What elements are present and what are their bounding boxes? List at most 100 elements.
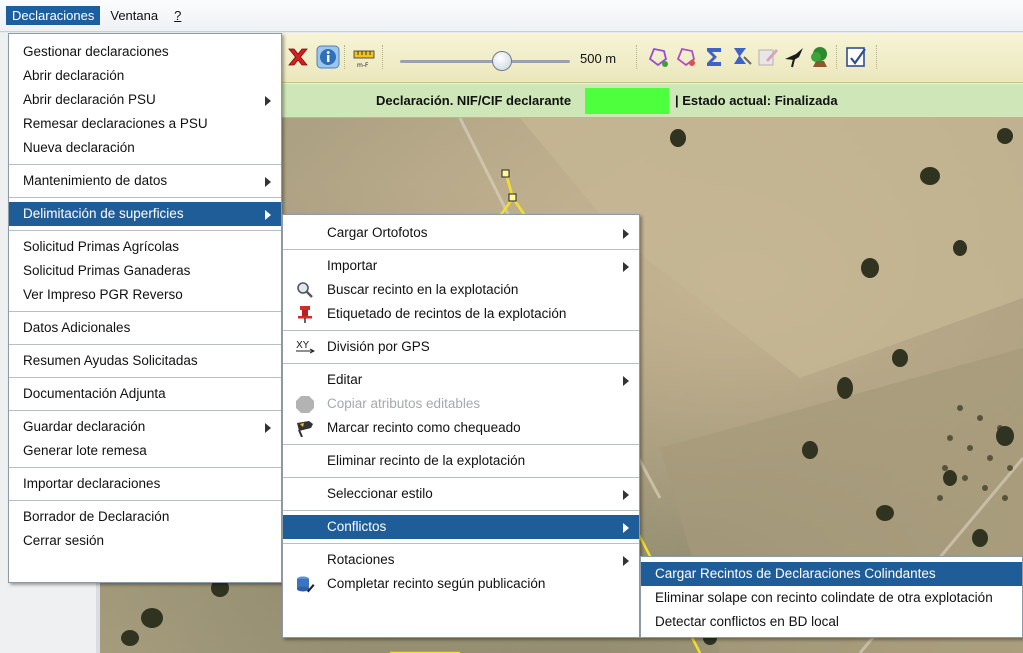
menu-item-label: Importar	[327, 258, 378, 273]
menu-item-importar-declaraciones[interactable]: Importar declaraciones	[9, 472, 281, 496]
copy-attributes-icon	[296, 396, 314, 413]
menu-item-cargar-recintos-colindantes[interactable]: Cargar Recintos de Declaraciones Colinda…	[641, 562, 1022, 586]
menu-item-cerrar-sesion[interactable]: Cerrar sesión	[9, 529, 281, 553]
menu-item-label: Resumen Ayudas Solicitadas	[23, 353, 198, 368]
menu-item-seleccionar-estilo[interactable]: Seleccionar estilo	[283, 482, 639, 506]
menu-item-delimitacion-superficies[interactable]: Delimitación de superficies	[9, 202, 281, 226]
menu-item-marcar-chequeado[interactable]: Marcar recinto como chequeado	[283, 416, 639, 440]
submenu-arrow-icon	[265, 210, 271, 220]
menu-item-importar[interactable]: Importar	[283, 254, 639, 278]
menu-item-eliminar-solape[interactable]: Eliminar solape con recinto colindate de…	[641, 586, 1022, 610]
menu-separator	[283, 543, 639, 544]
menu-separator	[283, 477, 639, 478]
measure-tool-icon[interactable]: m-F	[352, 45, 376, 69]
menu-item-resumen-ayudas[interactable]: Resumen Ayudas Solicitadas	[9, 349, 281, 373]
menu-item-ver-impreso-pgr[interactable]: Ver Impreso PGR Reverso	[9, 283, 281, 307]
menu-item-label: Cargar Recintos de Declaraciones Colinda…	[655, 566, 936, 581]
menu-item-label: Solicitud Primas Agrícolas	[23, 239, 180, 254]
declaraciones-menu: Gestionar declaraciones Abrir declaració…	[8, 33, 282, 583]
menu-separator	[9, 344, 281, 345]
menu-item-cargar-ortofotos[interactable]: Cargar Ortofotos	[283, 221, 639, 245]
menu-item-completar-recinto[interactable]: Completar recinto según publicación	[283, 572, 639, 596]
nif-highlight	[585, 88, 669, 114]
menu-separator	[283, 444, 639, 445]
sum-icon[interactable]	[702, 45, 726, 69]
menu-item-mantenimiento-datos[interactable]: Mantenimiento de datos	[9, 169, 281, 193]
menu-item-label: Guardar declaración	[23, 419, 146, 434]
menu-item-nueva-declaracion[interactable]: Nueva declaración	[9, 136, 281, 160]
database-edit-icon	[297, 576, 315, 593]
menu-item-label: Cargar Ortofotos	[327, 225, 428, 240]
menu-item-label: Remesar declaraciones a PSU	[23, 116, 208, 131]
menu-item-solicitud-primas-ganaderas[interactable]: Solicitud Primas Ganaderas	[9, 259, 281, 283]
menu-separator	[9, 467, 281, 468]
menu-help[interactable]: ?	[168, 6, 187, 25]
menu-declaraciones[interactable]: Declaraciones	[6, 6, 101, 25]
flag-check-icon	[297, 421, 313, 437]
menu-item-label: Completar recinto según publicación	[327, 576, 546, 591]
info-icon[interactable]	[316, 45, 340, 69]
menu-item-label: Marcar recinto como chequeado	[327, 420, 521, 435]
menu-separator	[283, 510, 639, 511]
submenu-arrow-icon	[265, 177, 271, 187]
tree-tool-icon[interactable]	[808, 45, 832, 69]
menu-item-buscar-recinto[interactable]: Buscar recinto en la explotación	[283, 278, 639, 302]
menu-item-label: Rotaciones	[327, 552, 395, 567]
menu-separator	[9, 164, 281, 165]
scale-slider-thumb[interactable]	[492, 51, 512, 71]
delete-tool-icon[interactable]	[286, 45, 310, 69]
menu-item-etiquetado-recintos[interactable]: Etiquetado de recintos de la explotación	[283, 302, 639, 326]
submenu-arrow-icon	[623, 556, 629, 566]
menu-item-abrir-declaracion-psu[interactable]: Abrir declaración PSU	[9, 88, 281, 112]
menu-item-label: Detectar conflictos en BD local	[655, 614, 839, 629]
menu-separator	[283, 249, 639, 250]
submenu-arrow-icon	[623, 262, 629, 272]
edit-disabled-icon[interactable]	[756, 45, 780, 69]
menu-item-datos-adicionales[interactable]: Datos Adicionales	[9, 316, 281, 340]
add-polygon-icon[interactable]	[646, 45, 670, 69]
menu-item-rotaciones[interactable]: Rotaciones	[283, 548, 639, 572]
menu-separator	[9, 197, 281, 198]
menu-item-label: Borrador de Declaración	[23, 509, 170, 524]
menu-item-label: Documentación Adjunta	[23, 386, 166, 401]
menu-item-generar-lote-remesa[interactable]: Generar lote remesa	[9, 439, 281, 463]
menu-item-label: Copiar atributos editables	[327, 396, 481, 411]
menu-item-conflictos[interactable]: Conflictos	[283, 515, 639, 539]
menu-item-label: Mantenimiento de datos	[23, 173, 168, 188]
submenu-arrow-icon	[623, 490, 629, 500]
menu-item-label: Importar declaraciones	[23, 476, 161, 491]
submenu-arrow-icon	[623, 523, 629, 533]
menu-ventana[interactable]: Ventana	[104, 6, 164, 25]
menu-separator	[9, 311, 281, 312]
menu-item-remesar-declaraciones[interactable]: Remesar declaraciones a PSU	[9, 112, 281, 136]
conflictos-submenu: Cargar Recintos de Declaraciones Colinda…	[640, 556, 1023, 638]
menu-item-copiar-atributos[interactable]: Copiar atributos editables	[283, 392, 639, 416]
menu-separator	[283, 363, 639, 364]
menu-item-label: Gestionar declaraciones	[23, 44, 169, 59]
edit-polygon-icon[interactable]	[674, 45, 698, 69]
menu-item-guardar-declaracion[interactable]: Guardar declaración	[9, 415, 281, 439]
scale-slider-track[interactable]	[400, 60, 570, 63]
menu-separator	[283, 330, 639, 331]
menu-item-abrir-declaracion[interactable]: Abrir declaración	[9, 64, 281, 88]
menu-item-label: Abrir declaración PSU	[23, 92, 156, 107]
menu-item-label: Solicitud Primas Ganaderas	[23, 263, 191, 278]
menu-item-detectar-conflictos[interactable]: Detectar conflictos en BD local	[641, 610, 1022, 634]
menu-item-division-gps[interactable]: XY División por GPS	[283, 335, 639, 359]
menu-item-eliminar-recinto[interactable]: Eliminar recinto de la explotación	[283, 449, 639, 473]
menu-item-solicitud-primas-agricolas[interactable]: Solicitud Primas Agrícolas	[9, 235, 281, 259]
pin-tool-icon[interactable]	[782, 45, 806, 69]
menu-item-documentacion-adjunta[interactable]: Documentación Adjunta	[9, 382, 281, 406]
menu-separator	[9, 500, 281, 501]
estado-text: | Estado actual: Finalizada	[675, 93, 838, 108]
xy-gps-icon: XY	[296, 340, 315, 354]
svg-text:XY: XY	[296, 340, 310, 351]
area-select-icon[interactable]	[730, 45, 754, 69]
submenu-arrow-icon	[623, 229, 629, 239]
menu-item-editar[interactable]: Editar	[283, 368, 639, 392]
menu-item-label: Eliminar recinto de la explotación	[327, 453, 526, 468]
menu-item-gestionar-declaraciones[interactable]: Gestionar declaraciones	[9, 40, 281, 64]
menu-separator	[9, 230, 281, 231]
menu-item-borrador-declaracion[interactable]: Borrador de Declaración	[9, 505, 281, 529]
check-form-icon[interactable]	[844, 45, 868, 69]
